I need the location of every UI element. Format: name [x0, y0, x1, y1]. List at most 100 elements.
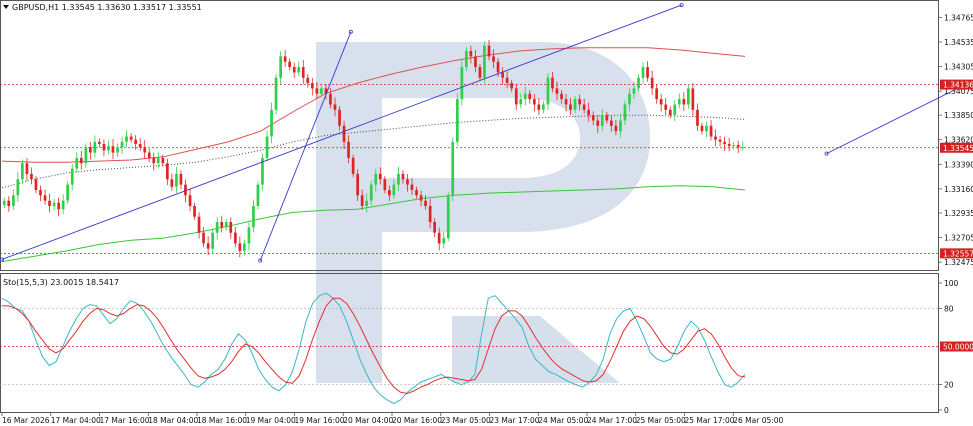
candle-body [696, 109, 699, 126]
candle-body [664, 104, 668, 110]
price-axis: 1.347651.345351.343051.340751.338501.336… [938, 13, 973, 267]
time-tick-label: 17 Mar 04:00 [51, 416, 101, 425]
candle-body [546, 77, 550, 105]
candle-body [415, 190, 418, 196]
candle-body [705, 125, 708, 132]
time-tick-label: 25 Mar 05:00 [636, 416, 686, 425]
candle-body [569, 104, 572, 110]
candle-body [442, 238, 446, 244]
candle-body [102, 144, 106, 151]
candle-body [582, 104, 586, 110]
candle-body [301, 67, 305, 78]
candle-body [7, 200, 11, 206]
candle-body [451, 141, 455, 196]
time-tick-label: 25 Mar 17:00 [685, 416, 735, 425]
candle-body [406, 179, 409, 185]
candle-body [410, 184, 414, 190]
candle-body [677, 99, 681, 105]
candle-body [632, 88, 636, 94]
candle-body [30, 173, 33, 180]
candle-body [12, 195, 15, 206]
candle-body [229, 222, 233, 233]
candle-body [637, 77, 640, 89]
candle-body [542, 104, 545, 110]
chart-header: GBPUSD,H1 1.33545 1.33630 1.33517 1.3355… [3, 3, 202, 12]
price-tick-label: 1.32475 [944, 258, 973, 267]
candle-body [437, 232, 441, 244]
candle-body [709, 125, 713, 137]
candle-body [741, 147, 745, 149]
candle-body [292, 67, 296, 73]
time-tick-label: 23 Mar 17:00 [490, 416, 540, 425]
candle-body [723, 141, 726, 144]
candle-body [120, 141, 124, 148]
candle-body [152, 157, 156, 164]
candle-body [202, 232, 205, 244]
candle-body [456, 99, 459, 142]
candle-body [682, 99, 686, 105]
candle-body [270, 109, 273, 137]
candle-body [591, 115, 595, 121]
indicator-title: Sto(15,5,3) 23.0015 18.5417 [3, 278, 119, 287]
candle-body [419, 195, 423, 201]
candle-body [34, 179, 38, 190]
candle-body [469, 51, 473, 57]
candle-body [129, 136, 133, 140]
candle-body [628, 93, 631, 105]
time-tick-label: 20 Mar 16:00 [392, 416, 442, 425]
candle-body [533, 99, 536, 105]
candle-body [306, 77, 310, 83]
candle-body [125, 136, 128, 142]
candle-body [564, 99, 568, 105]
candle-body [2, 200, 6, 205]
price-tick-label: 1.33390 [944, 160, 973, 169]
candle-body [170, 179, 174, 187]
dropdown-triangle-icon[interactable] [3, 5, 9, 9]
candle-body [143, 147, 147, 153]
candle-body [16, 179, 20, 196]
candle-body [510, 83, 513, 89]
candle-body [338, 109, 341, 126]
candle-body [496, 61, 500, 73]
candle-body [673, 104, 677, 116]
candle-body [107, 146, 110, 151]
price-tick-label: 1.33850 [944, 111, 973, 120]
candle-body [478, 67, 482, 78]
candle-body [691, 88, 695, 110]
candle-body [311, 83, 314, 89]
candle-body [700, 125, 704, 132]
candle-body [428, 206, 432, 222]
candle-body [333, 104, 337, 110]
candle-body [614, 125, 618, 132]
chart-title: GBPUSD,H1 1.33545 1.33630 1.33517 1.3355… [12, 3, 202, 12]
candle-body [193, 206, 196, 217]
price-tick-label: 1.34765 [944, 13, 973, 22]
candle-body [360, 195, 364, 206]
candle-body [75, 157, 79, 169]
candle-body [465, 51, 468, 67]
candle-body [483, 45, 486, 78]
candle-body [211, 232, 214, 249]
candle-body [523, 93, 527, 100]
price-label-text: 1.33545 [943, 144, 973, 153]
candle-body [161, 157, 165, 164]
candle-body [551, 77, 554, 89]
candle-body [66, 184, 69, 201]
candle-body [718, 139, 722, 142]
time-tick-label: 26 Mar 05:00 [733, 416, 783, 425]
candle-body [256, 184, 260, 206]
candle-body [61, 200, 65, 210]
candle-body [57, 202, 60, 210]
candle-body [587, 109, 590, 116]
candle-body [79, 157, 83, 164]
candle-body [315, 88, 319, 94]
candle-body [252, 206, 255, 228]
time-tick-label: 16 Mar 2026 [2, 416, 50, 425]
price-tick-label: 1.32935 [944, 209, 973, 218]
candle-body [736, 145, 740, 148]
candle-body [641, 67, 645, 78]
price-tick-label: 1.34535 [944, 38, 973, 47]
candle-body [668, 109, 672, 116]
stoch-level-text: 50.0000 [943, 343, 973, 352]
chart-canvas: 1.347651.345351.343051.340751.338501.336… [0, 0, 973, 425]
